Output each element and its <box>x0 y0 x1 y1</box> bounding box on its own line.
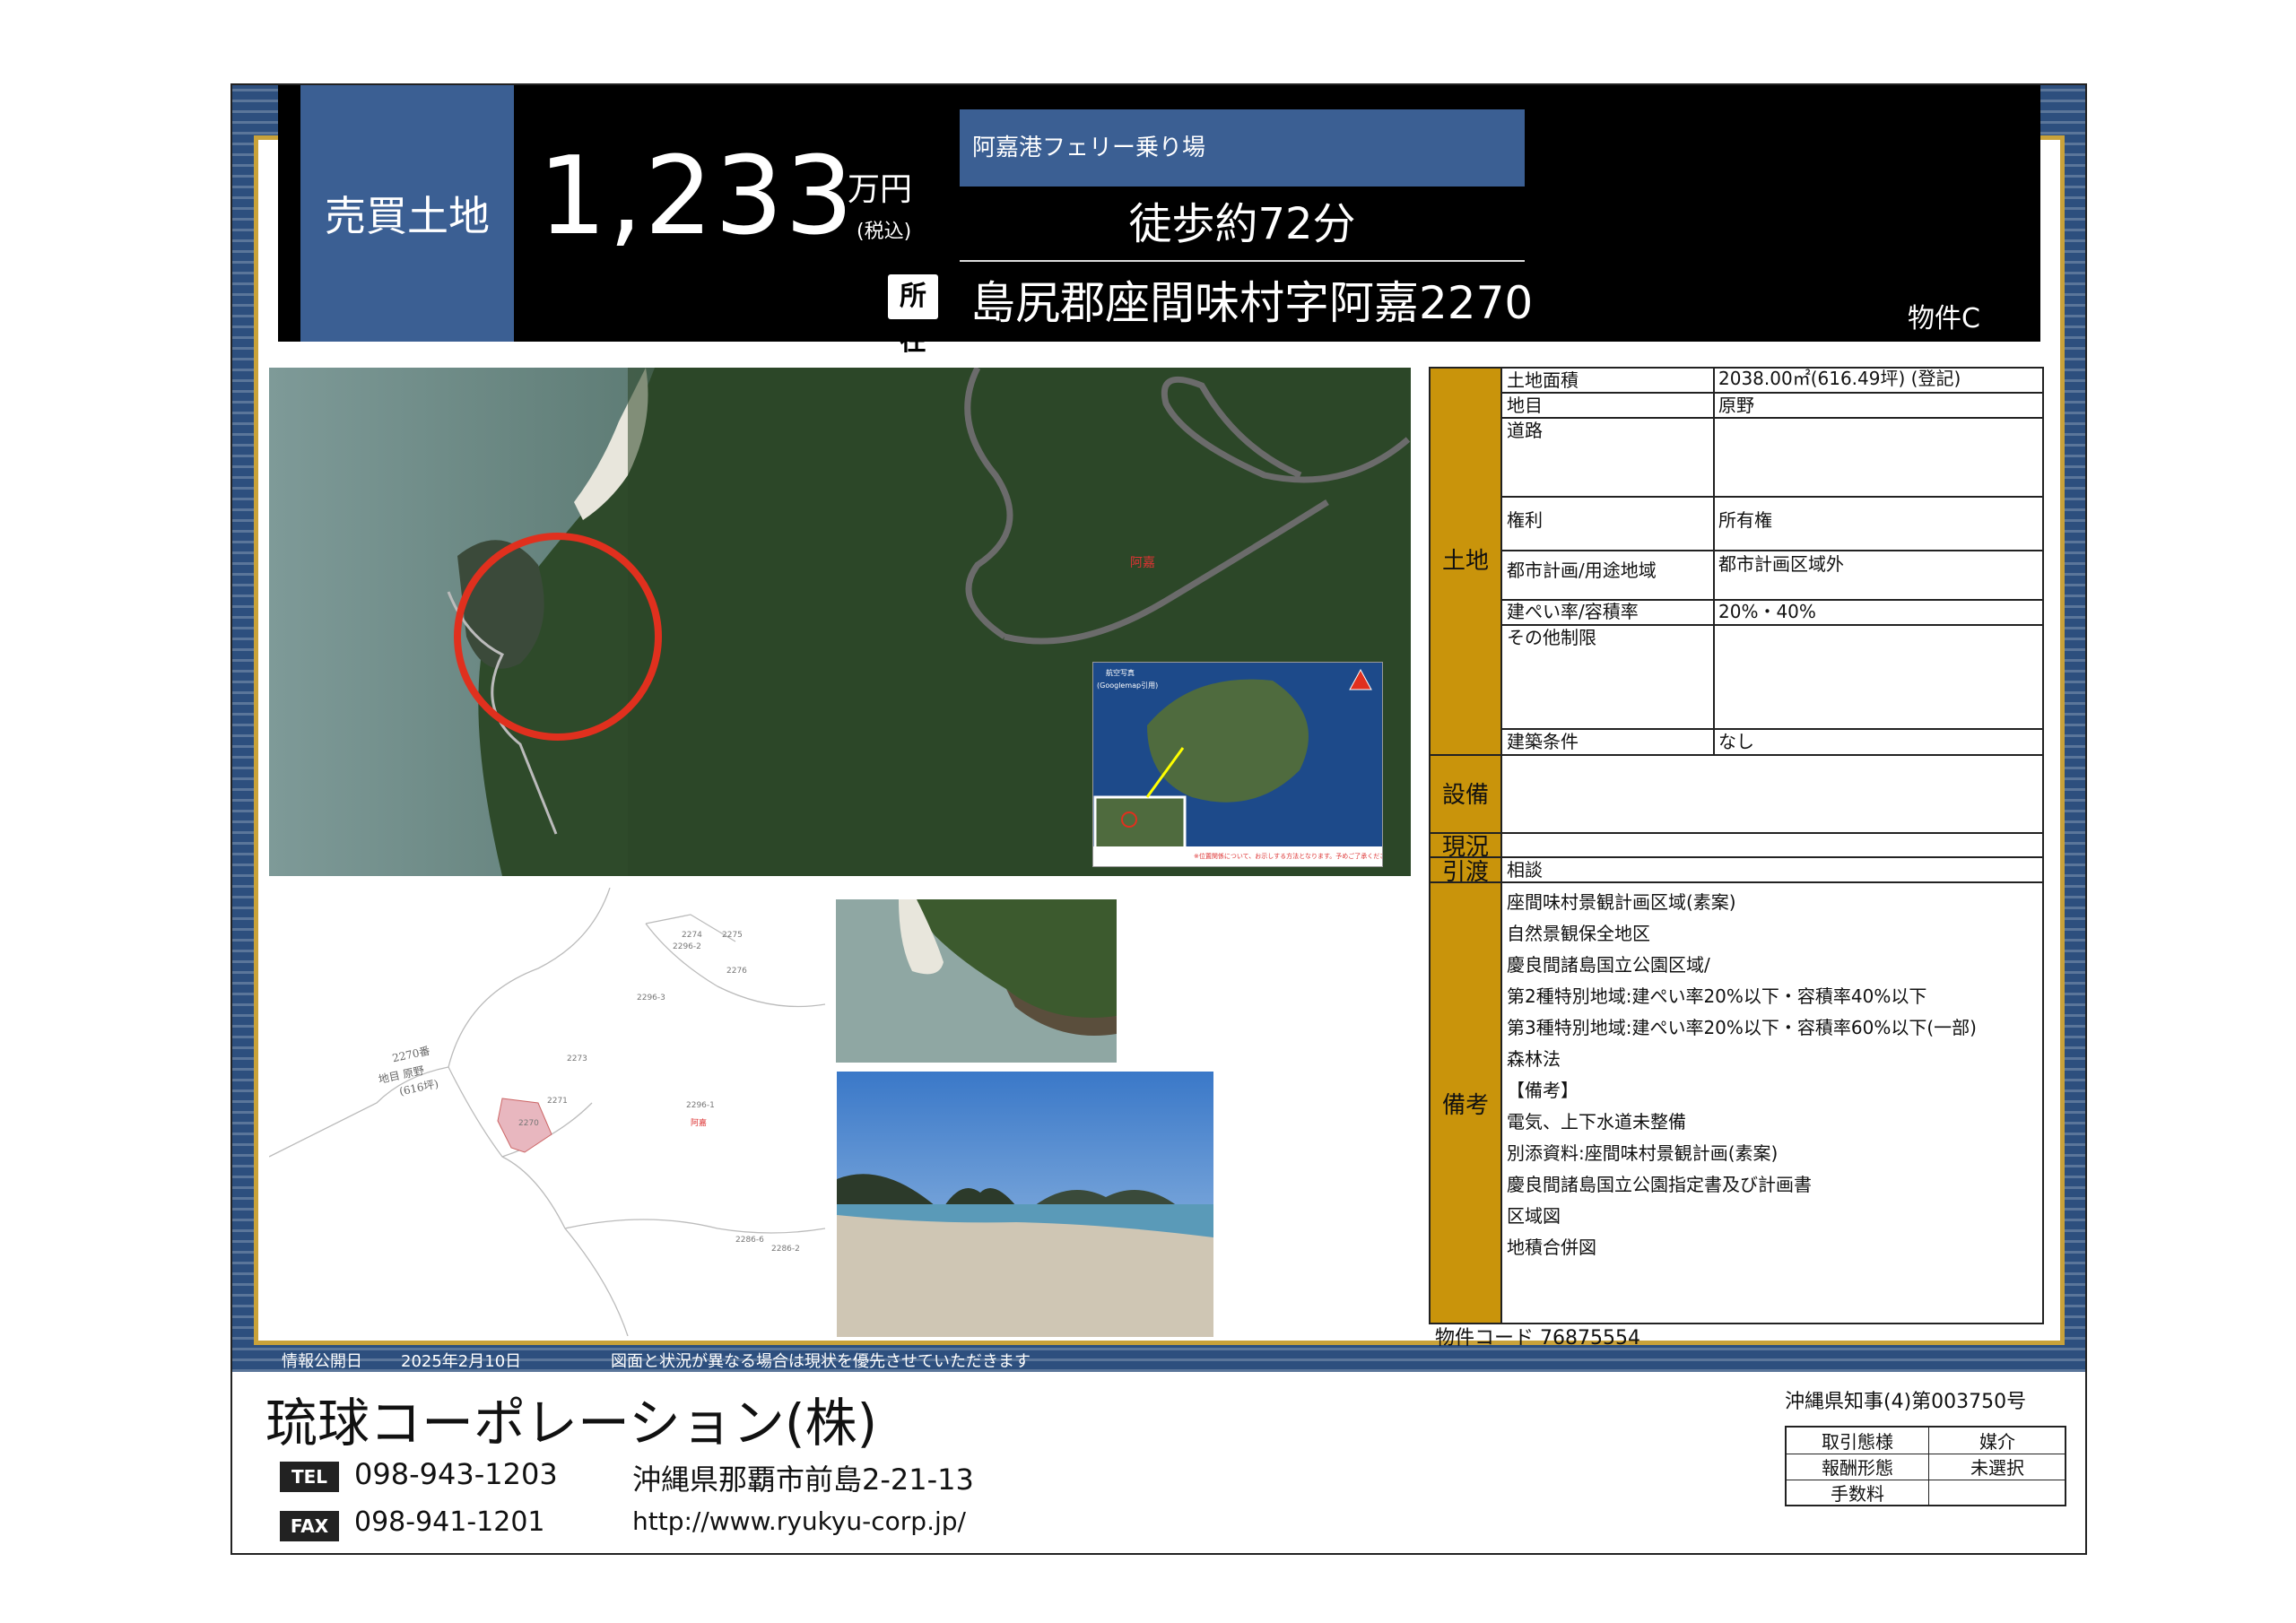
lot-number: 2271 <box>547 1097 568 1106</box>
row-label: 権利 <box>1507 509 1543 531</box>
info-date-label: 情報公開日 <box>282 1352 362 1371</box>
remark-line: 慶良間諸島国立公園区域/ <box>1507 954 1710 976</box>
tel-number: 098-943-1203 <box>354 1457 558 1491</box>
lot-number: 2276 <box>726 967 747 976</box>
row-value: 2038.00㎡(616.49坪) (登記) <box>1718 368 1961 389</box>
lot-number: 2274 <box>682 931 702 940</box>
property-address: 島尻郡座間味村字阿嘉2270 <box>970 277 1534 329</box>
company-name: 琉球コーポレーション(株) <box>265 1393 878 1454</box>
locator-inset-map: 航空写真 (Googlemap引用) ※位置関係について、お示しする方法となりま… <box>1092 662 1398 867</box>
remark-line: 第2種特別地域:建ぺい率20%以下・容積率40%以下 <box>1507 985 1927 1007</box>
row-label: 建ぺい率/容積率 <box>1507 601 1639 622</box>
disclaimer: 図面と状況が異なる場合は現状を優先させていただきます <box>611 1352 1031 1371</box>
remark-line: 自然景観保全地区 <box>1507 923 1650 944</box>
plat-note: 2270番 <box>391 1045 431 1065</box>
coast-photo-graphic <box>836 899 1117 1063</box>
remark-line: 第3種特別地域:建ぺい率20%以下・容積率60%以下(一部) <box>1507 1017 1977 1038</box>
row-value: 都市計画区域外 <box>1718 553 1844 575</box>
remark-line: 森林法 <box>1507 1048 1561 1070</box>
lot-number: 2286-2 <box>771 1245 800 1254</box>
section-remarks: 備考 <box>1441 1092 1489 1119</box>
row-value: 原野 <box>1718 395 1754 416</box>
place-label: 阿嘉 <box>1130 556 1155 570</box>
beach-photo-graphic <box>837 1072 1213 1337</box>
ferry-terminal-label: 阿嘉港フェリー乗り場 <box>960 109 1525 187</box>
row-label: 都市計画/用途地域 <box>1507 560 1657 581</box>
property-id: 物件C <box>1908 303 1980 334</box>
info-date: 2025年2月10日 <box>401 1352 522 1371</box>
beach-photo <box>837 1072 1213 1337</box>
transaction-value: 媒介 <box>1979 1431 2015 1453</box>
fax-number: 098-941-1201 <box>354 1506 545 1538</box>
remark-line: 慶良間諸島国立公園指定書及び計画書 <box>1507 1174 1812 1195</box>
transaction-value: 未選択 <box>1970 1457 2024 1479</box>
location-icon: 所在 <box>888 274 938 357</box>
walk-time: 徒歩約72分 <box>960 187 1525 262</box>
transaction-row: 取引態様 媒介 <box>1787 1428 2065 1454</box>
inset-note: ※位置関係について、お示しする方法となります。予めご了承ください。 <box>1194 852 1382 860</box>
remark-line: 別添資料:座間味村景観計画(素案) <box>1507 1142 1779 1164</box>
row-label: 道路 <box>1507 420 1543 441</box>
row-label: 地目 <box>1507 395 1543 416</box>
price-unit: 万円 <box>848 171 913 208</box>
inset-title: 航空写真 <box>1106 668 1135 677</box>
row-label: その他制限 <box>1507 627 1596 648</box>
plat-place-label: 阿嘉 <box>691 1117 707 1128</box>
license-number: 沖縄県知事(4)第003750号 <box>1785 1391 2027 1413</box>
coast-aerial-photo <box>836 899 1117 1063</box>
transaction-label: 報酬形態 <box>1787 1454 1929 1480</box>
lot-number: 2296-2 <box>673 942 701 951</box>
company-url[interactable]: http://www.ryukyu-corp.jp/ <box>632 1506 966 1536</box>
remark-line: 座間味村景観計画区域(素案) <box>1507 891 1736 913</box>
row-value: なし <box>1718 731 1754 752</box>
transaction-table: 取引態様 媒介 報酬形態 未選択 手数料 <box>1785 1426 2066 1506</box>
lot-number: 2296-1 <box>686 1101 715 1110</box>
lot-number: 2296-3 <box>637 994 665 1002</box>
plat-map-graphic: 2274 2275 2276 2296-2 2296-3 2273 2271 2… <box>268 887 826 1337</box>
fax-badge: FAX <box>280 1511 339 1541</box>
transaction-row: 手数料 <box>1787 1480 2065 1506</box>
section-facilities: 設備 <box>1441 782 1489 809</box>
lot-number: 2275 <box>722 931 743 940</box>
remark-line: 電気、上下水道未整備 <box>1507 1111 1686 1133</box>
company-address: 沖縄県那覇市前島2-21-13 <box>632 1462 974 1497</box>
lot-number: 2273 <box>567 1055 587 1063</box>
row-value: 20%・40% <box>1718 601 1816 622</box>
plat-map: 2274 2275 2276 2296-2 2296-3 2273 2271 2… <box>268 887 826 1337</box>
remark-line: 地積合併図 <box>1507 1237 1596 1258</box>
transaction-row: 報酬形態 未選択 <box>1787 1454 2065 1480</box>
row-value: 所有権 <box>1718 509 1772 531</box>
row-label: 土地面積 <box>1507 369 1578 391</box>
info-strip: 情報公開日 2025年2月10日 図面と状況が異なる場合は現状を優先させていただ… <box>232 1345 2085 1372</box>
tax-note: (税込) <box>857 221 912 243</box>
remark-line: 区域図 <box>1507 1205 1561 1227</box>
inset-map-graphic: 航空写真 (Googlemap引用) ※位置関係について、お示しする方法となりま… <box>1093 663 1398 866</box>
row-label: 建築条件 <box>1507 731 1578 752</box>
remark-line: 【備考】 <box>1507 1080 1578 1101</box>
delivery-value: 相談 <box>1507 859 1543 881</box>
transaction-label: 手数料 <box>1787 1480 1929 1506</box>
inset-sub: (Googlemap引用) <box>1097 681 1158 690</box>
tel-badge: TEL <box>280 1462 339 1492</box>
category-label: 売買土地 <box>300 85 514 342</box>
transaction-label: 取引態様 <box>1787 1428 1929 1454</box>
price: 1,233 <box>538 135 856 259</box>
section-land: 土地 <box>1441 548 1489 575</box>
lot-number: 2286-6 <box>735 1236 764 1245</box>
lot-number: 2270 <box>518 1119 539 1128</box>
section-delivery: 引渡 <box>1441 859 1489 886</box>
